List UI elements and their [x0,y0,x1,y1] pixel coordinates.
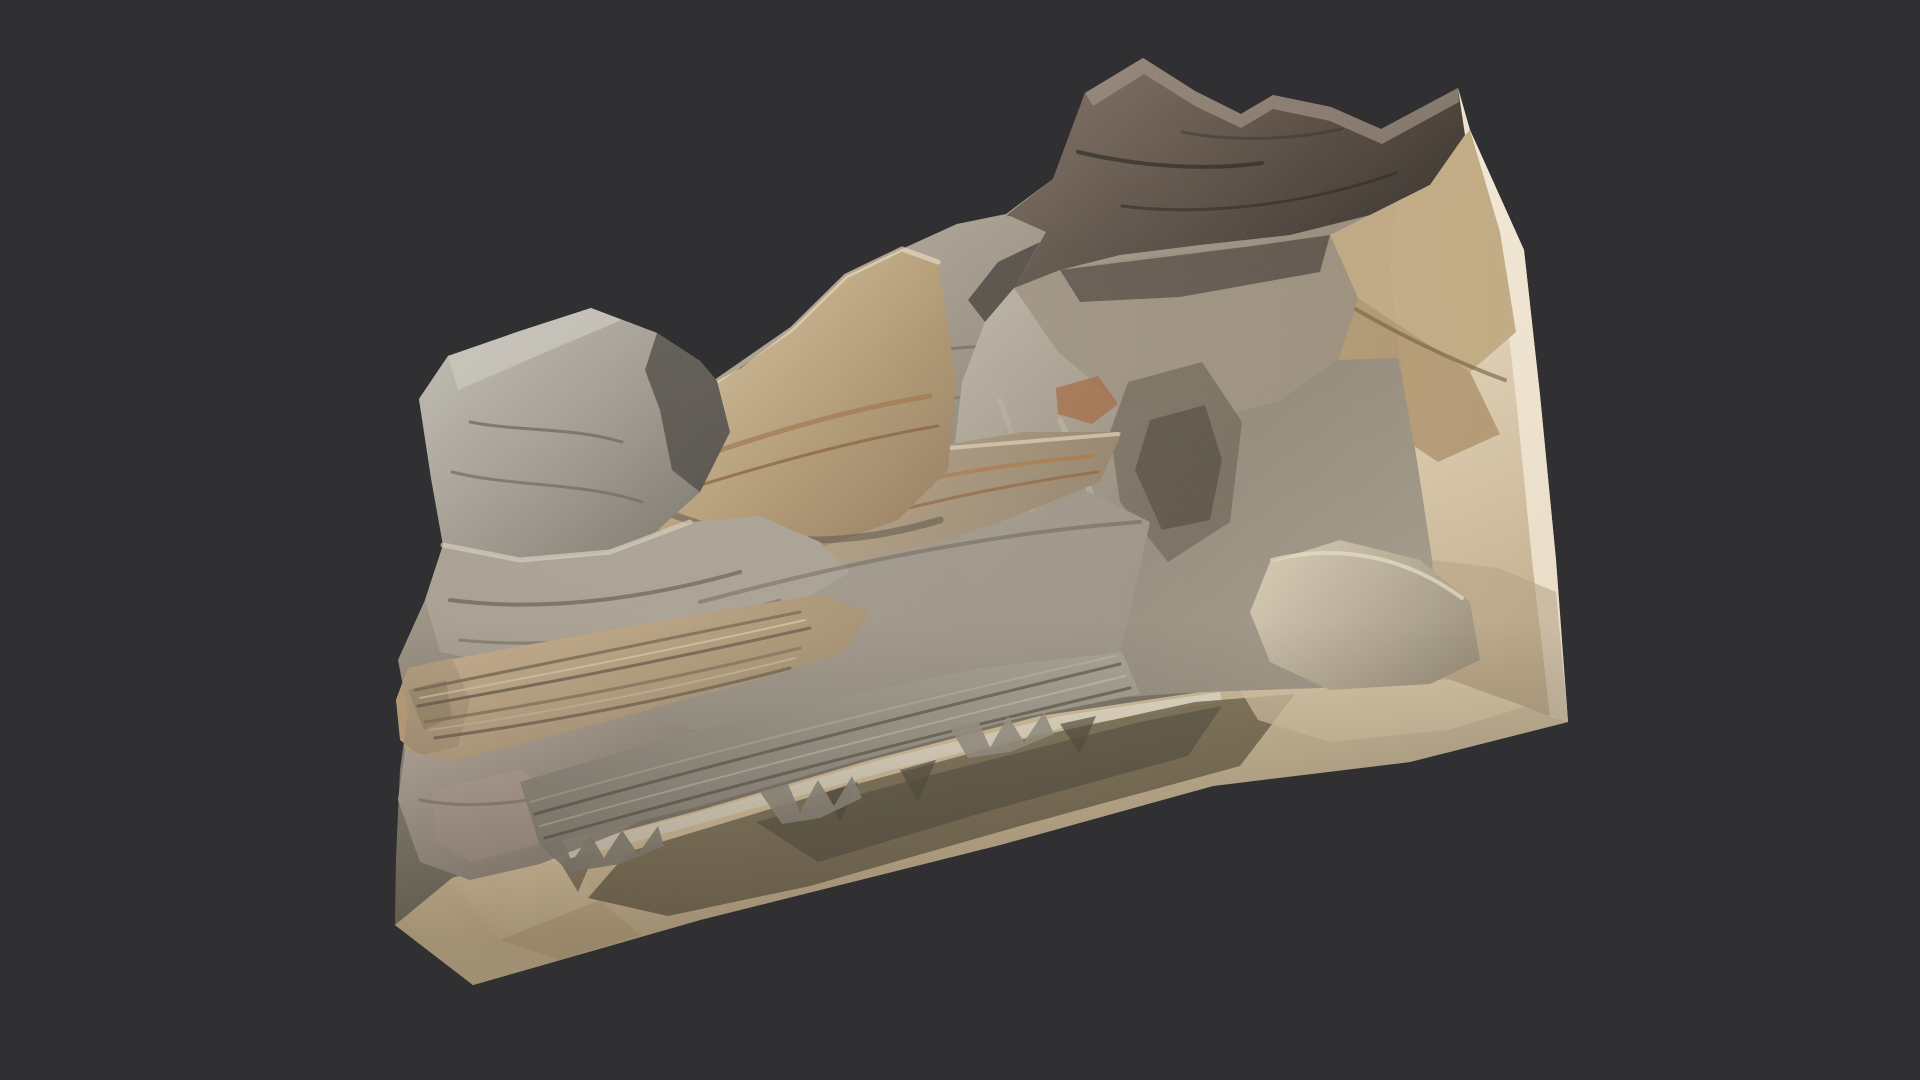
viewer-window [0,0,1920,1080]
viewport-3d[interactable] [0,0,1920,1080]
rock-formation-model [0,0,1920,1080]
